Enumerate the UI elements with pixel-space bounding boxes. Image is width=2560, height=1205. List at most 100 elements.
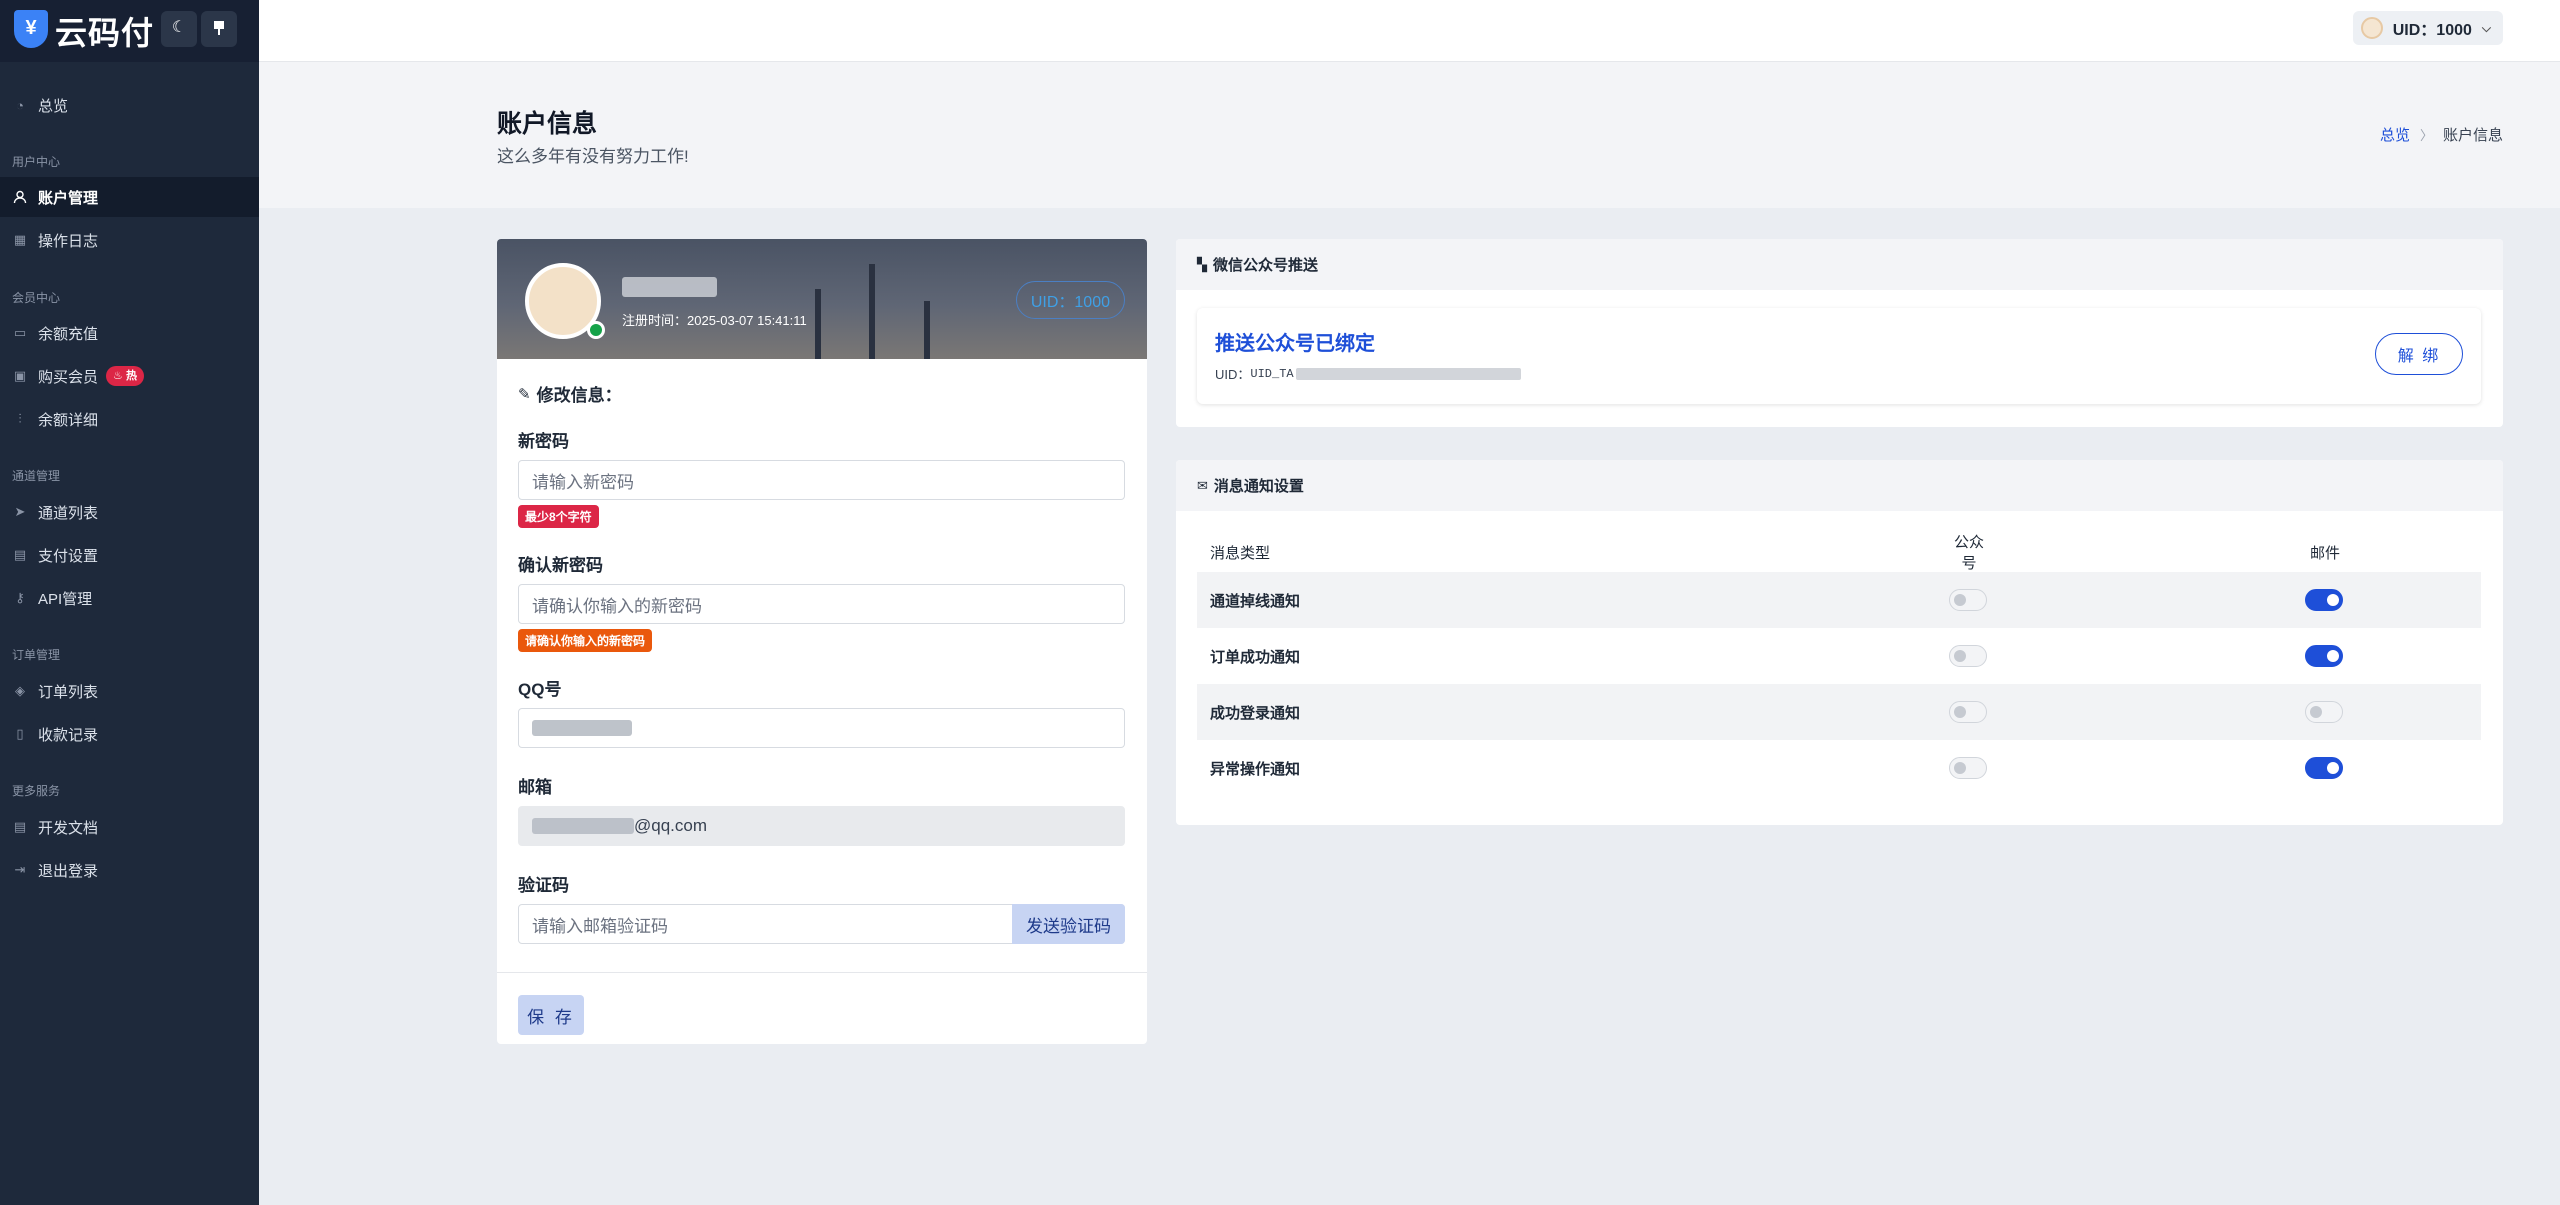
chevron-right-icon: 〉 [2419,128,2433,143]
wechat-toggle[interactable] [1949,589,1987,611]
sidebar-item-label: 操作日志 [38,232,99,250]
breadcrumb: 总览 〉 账户信息 [2380,124,2503,145]
sidebar-item-oplog[interactable]: ▦ 操作日志 [0,220,259,260]
user-uid: UID：1000 [2392,22,2472,39]
email-toggle[interactable] [2305,757,2343,779]
hot-badge: ♨ 热 [106,366,144,386]
sidebar-item-channel-list[interactable]: ➤ 通道列表 [0,492,259,532]
confirm-password-input[interactable]: 请确认你输入的新密码 [518,584,1125,624]
sidebar-item-overview[interactable]: ◔ 总览 [0,85,259,125]
user-menu-button[interactable]: UID：1000 ⌵ [2352,11,2503,45]
username-redacted [622,277,717,297]
chevron-down-icon: ⌵ [2481,20,2491,35]
wechat-toggle[interactable] [1949,645,1987,667]
section-order: 订单管理 [12,648,61,662]
bound-status-box: 推送公众号已绑定 UID： UID_TA 解 绑 [1197,308,2481,404]
notification-type: 成功登录通知 [1210,704,1301,722]
sidebar: ¥ 云码付 ☾ ◔ 总览 用户中心 账户管理 ▦ 操作日志 会员中心 ▭ 余额充… [0,0,259,1205]
email-local-redacted [532,818,634,834]
save-button[interactable]: 保 存 [518,995,584,1035]
email-toggle[interactable] [2305,589,2343,611]
sidebar-item-account[interactable]: 账户管理 [0,177,259,217]
sidebar-item-pay-settings[interactable]: ▤ 支付设置 [0,535,259,575]
table-row: 成功登录通知 [1197,684,2481,740]
unbind-button[interactable]: 解 绑 [2375,333,2463,375]
card-header: ✉ 消息通知设置 [1176,460,2503,511]
sidebar-item-label: 购买会员 [38,368,99,386]
sidebar-item-label: 余额充值 [38,325,99,343]
table-header-row: 消息类型 公众号 邮件 [1197,532,2481,572]
breadcrumb-current: 账户信息 [2442,127,2503,144]
sidebar-item-receipts[interactable]: ▯ 收款记录 [0,714,259,754]
sidebar-item-logout[interactable]: ⇥ 退出登录 [0,850,259,890]
uid-chip: UID：1000 [1015,281,1125,319]
section-more: 更多服务 [12,784,61,798]
table-body: 通道掉线通知 订单成功通知 成功登录通知 异常操作通知 [1197,572,2481,796]
sidebar-item-api[interactable]: ⚷ API管理 [0,578,259,618]
qq-value-redacted [532,720,632,736]
moon-icon: ☾ [171,19,187,36]
wechat-toggle[interactable] [1949,757,1987,779]
sidebar-item-label: 收款记录 [38,726,99,744]
table-row: 通道掉线通知 [1197,572,2481,628]
email-toggle[interactable] [2305,701,2343,723]
divider [497,972,1147,973]
sidebar-item-order-list[interactable]: ◈ 订单列表 [0,671,259,711]
section-user-center: 用户中心 [12,155,61,169]
profile-card: 注册时间：2025-03-07 15:41:11 UID：1000 ✎ 修改信息… [497,239,1147,1044]
notification-table: 消息类型 公众号 邮件 通道掉线通知 订单成功通知 成功登录通知 异常操作通知 [1197,532,2481,796]
column-header: 消息类型 [1210,544,1271,562]
key-icon: ⚷ [15,590,25,605]
email-toggle[interactable] [2305,645,2343,667]
sidebar-item-docs[interactable]: ▤ 开发文档 [0,807,259,847]
wechat-toggle[interactable] [1949,701,1987,723]
confirm-password-label: 确认新密码 [518,556,603,575]
online-status-dot [587,321,605,339]
sidebar-item-label: 账户管理 [38,189,99,207]
sidebar-item-buy-vip[interactable]: ▣ 购买会员 ♨ 热 [0,356,259,396]
sidebar-item-label: 退出登录 [38,862,99,880]
notification-type: 订单成功通知 [1210,648,1301,666]
logo-icon: ¥ [14,10,48,48]
envelope-icon: ✉ [1197,477,1208,493]
sidebar-item-label: 余额详细 [38,411,99,429]
gift-icon: ▣ [13,368,27,383]
edit-icon: ✎ [518,385,531,403]
qq-label: QQ号 [518,680,562,699]
sidebar-item-label: 订单列表 [38,683,99,701]
user-icon [12,189,28,205]
sidebar-item-balance-detail[interactable]: ⫶ 余额详细 [0,399,259,439]
dashboard-icon: ◔ [16,97,24,113]
notification-settings-card: ✉ 消息通知设置 消息类型 公众号 邮件 通道掉线通知 订单成功通知 成功登录通知异… [1176,460,2503,825]
brand-name: 云码付 [55,15,155,51]
confirm-password-hint: 请确认你输入的新密码 [518,629,653,652]
email-label: 邮箱 [518,778,552,797]
column-header: 邮件 [2309,544,2340,562]
email-domain: @qq.com [634,816,708,835]
qq-input[interactable] [518,708,1125,748]
send-code-button[interactable]: 发送验证码 [1012,904,1125,944]
table-row: 订单成功通知 [1197,628,2481,684]
breadcrumb-home-link[interactable]: 总览 [2380,124,2410,145]
new-password-input[interactable]: 请输入新密码 [518,460,1125,500]
theme-toggle-button[interactable]: ☾ [161,11,197,47]
new-password-label: 新密码 [518,432,569,451]
notification-type: 通道掉线通知 [1210,592,1301,610]
page-header: 账户信息 这么多年有没有努力工作! 总览 〉 账户信息 [259,62,2560,208]
pin-icon [214,20,224,35]
send-icon: ➤ [14,504,26,519]
qrcode-icon: ▚ [1197,256,1207,272]
new-password-hint: 最少8个字符 [518,505,599,528]
logout-icon: ⇥ [14,862,26,877]
pin-sidebar-button[interactable] [201,11,237,47]
layers-icon: ◈ [15,683,25,698]
sidebar-item-recharge[interactable]: ▭ 余额充值 [0,313,259,353]
top-bar: UID：1000 ⌵ [259,0,2560,62]
sidebar-item-label: API管理 [38,590,93,608]
grid-icon: ▤ [13,547,27,562]
form-section-title: ✎ 修改信息： [518,385,622,406]
page-title: 账户信息 [497,110,598,138]
bound-title: 推送公众号已绑定 [1215,333,1375,355]
receipt-icon: ▯ [16,726,24,741]
column-header: 公众号 [1953,534,1984,572]
